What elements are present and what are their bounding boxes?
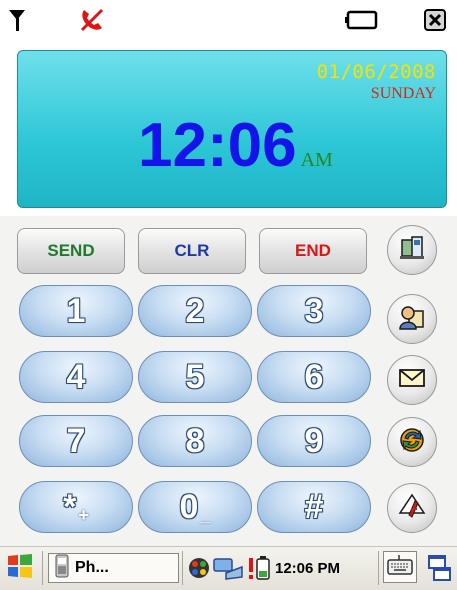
taskbar-divider — [182, 551, 183, 585]
refresh-icon — [397, 425, 427, 459]
status-bar — [0, 0, 457, 40]
key-7[interactable]: 7 — [19, 415, 133, 467]
phone-off-icon[interactable] — [78, 6, 106, 38]
key-label: 7 — [66, 421, 86, 460]
key-0[interactable]: 0 _ — [138, 481, 252, 533]
call-history-icon — [398, 234, 426, 266]
key-4[interactable]: 4 — [19, 351, 133, 403]
window-switch-icon[interactable] — [426, 553, 452, 583]
phone-display-panel: 01/06/2008 SUNDAY 12:06 AM — [17, 50, 447, 208]
key-5[interactable]: 5 — [138, 351, 252, 403]
phone-app-icon — [55, 554, 69, 583]
keyboard-icon — [387, 554, 413, 580]
day-text: SUNDAY — [370, 85, 436, 102]
date-text: 01/06/2008 — [316, 61, 436, 83]
key-8[interactable]: 8 — [138, 415, 252, 467]
send-button[interactable]: SEND — [17, 228, 125, 274]
media-icon[interactable] — [187, 553, 211, 583]
end-button[interactable]: END — [259, 228, 367, 274]
note-pen-icon — [397, 491, 427, 525]
close-icon[interactable] — [424, 9, 446, 35]
key-1[interactable]: 1 — [19, 285, 133, 337]
key-label: 6 — [304, 357, 324, 396]
key-label: 3 — [304, 291, 324, 330]
key-2[interactable]: 2 — [138, 285, 252, 337]
taskbar-divider — [378, 551, 379, 585]
taskbar-divider — [42, 551, 43, 585]
key-label: 9 — [304, 421, 324, 460]
key-6[interactable]: 6 — [257, 351, 371, 403]
call-history-button[interactable] — [387, 225, 437, 275]
signal-antenna-icon[interactable] — [6, 6, 28, 36]
key-label: 2 — [185, 291, 205, 330]
key-sublabel: _ — [200, 504, 211, 525]
taskbar-clock[interactable]: 12:06 PM — [275, 553, 340, 583]
key-hash[interactable]: # — [257, 481, 371, 533]
message-icon — [399, 368, 425, 392]
note-button[interactable] — [387, 483, 437, 533]
taskbar: Ph... 12:06 PM — [0, 546, 457, 590]
key-label: 8 — [185, 421, 205, 460]
key-label: * — [63, 487, 77, 526]
taskbar-app-label: Ph... — [75, 559, 109, 576]
key-label: 5 — [185, 357, 205, 396]
contacts-button[interactable] — [387, 294, 437, 344]
key-3[interactable]: 3 — [257, 285, 371, 337]
key-label: 0 — [179, 487, 199, 526]
sync-button[interactable] — [387, 417, 437, 467]
battery-icon[interactable] — [345, 10, 379, 34]
taskbar-app-phone[interactable]: Ph... — [48, 553, 179, 583]
contacts-icon — [398, 303, 426, 335]
key-label: 1 — [66, 291, 86, 330]
battery-alert-icon[interactable] — [247, 553, 273, 583]
start-button[interactable] — [6, 553, 34, 583]
key-label: # — [304, 487, 324, 526]
message-button[interactable] — [387, 355, 437, 405]
keyboard-button[interactable] — [383, 551, 417, 583]
key-star[interactable]: * + — [19, 481, 133, 533]
network-icon[interactable] — [212, 553, 246, 583]
ampm-text: AM — [300, 149, 333, 171]
key-sublabel: + — [78, 504, 89, 525]
key-9[interactable]: 9 — [257, 415, 371, 467]
clock: 12:06 AM — [138, 115, 333, 177]
clear-button[interactable]: CLR — [138, 228, 246, 274]
key-label: 4 — [66, 357, 86, 396]
start-windows-icon — [6, 552, 34, 584]
time-text: 12:06 — [138, 111, 297, 180]
